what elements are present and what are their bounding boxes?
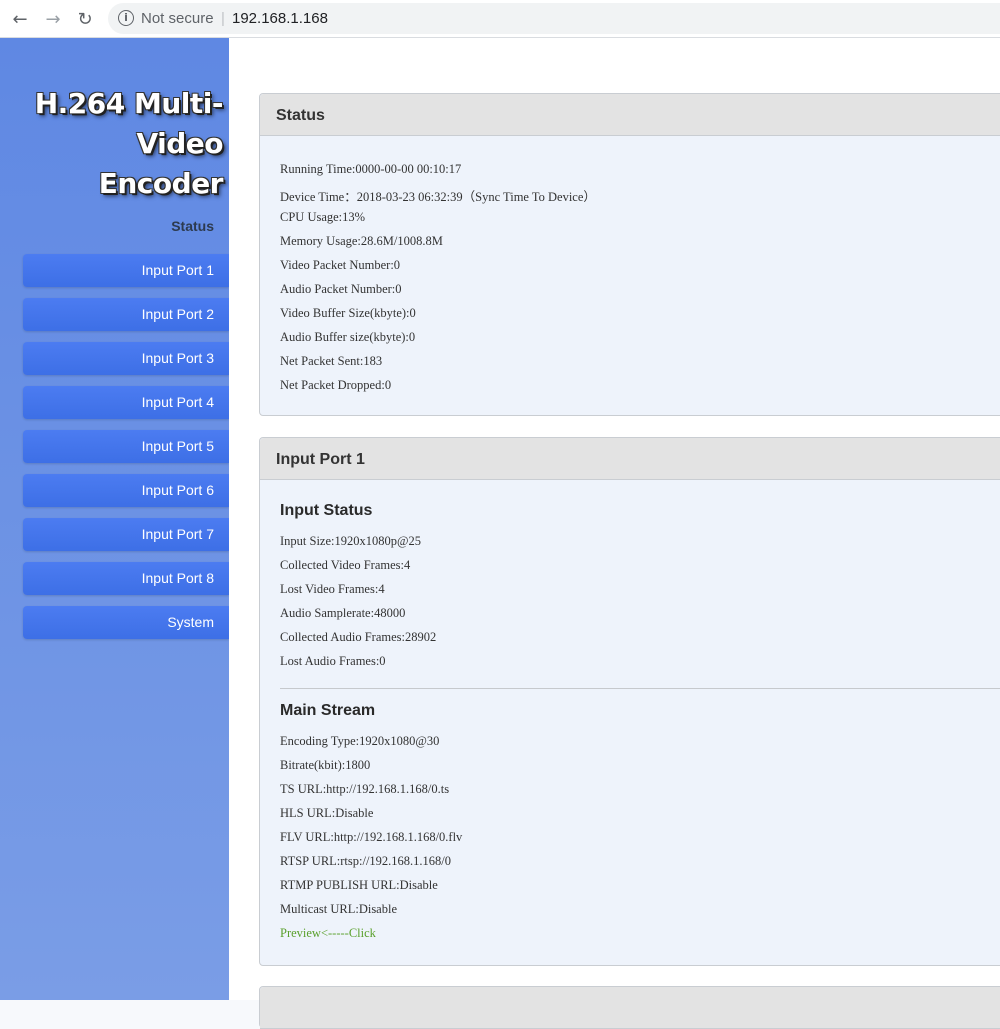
- device-time: Device Time：2018-03-23 06:32:39（Sync Tim…: [280, 190, 596, 204]
- audio-samplerate: Audio Samplerate:48000: [280, 606, 406, 620]
- next-panel: [259, 986, 1000, 1029]
- collected-audio-frames: Collected Audio Frames:28902: [280, 630, 437, 644]
- status-panel-title: Status: [260, 94, 1000, 136]
- address-bar[interactable]: i Not secure | 192.168.1.168: [108, 3, 1000, 34]
- sidebar-item-system[interactable]: System: [23, 606, 229, 639]
- input-size: Input Size:1920x1080p@25: [280, 534, 422, 548]
- video-buffer-size: Video Buffer Size(kbyte):0: [280, 306, 416, 320]
- video-packet-number: Video Packet Number:0: [280, 258, 401, 272]
- url-text[interactable]: 192.168.1.168: [232, 10, 328, 27]
- lost-audio-frames: Lost Audio Frames:0: [280, 654, 386, 668]
- lost-video-frames: Lost Video Frames:4: [280, 582, 385, 596]
- sidebar-item-status[interactable]: Status: [171, 218, 214, 234]
- sidebar-item-input-port-1[interactable]: Input Port 1: [23, 254, 229, 287]
- sidebar-item-input-port-7[interactable]: Input Port 7: [23, 518, 229, 551]
- url-separator: |: [221, 10, 225, 27]
- main-content: Status Running Time:0000-00-00 00:10:17 …: [229, 38, 1000, 1029]
- sidebar-item-input-port-5[interactable]: Input Port 5: [23, 430, 229, 463]
- sidebar: H.264 Multi- Video Encoder Status Input …: [0, 38, 229, 1000]
- reload-icon[interactable]: ↻: [74, 8, 96, 30]
- bitrate: Bitrate(kbit):1800: [280, 758, 371, 772]
- logo-line-1: H.264 Multi-: [34, 87, 224, 120]
- input-status-heading: Input Status: [280, 502, 373, 519]
- back-arrow-icon[interactable]: ←: [9, 8, 31, 30]
- multicast-url: Multicast URL:Disable: [280, 902, 397, 916]
- logo: H.264 Multi- Video Encoder: [3, 84, 224, 204]
- preview-link[interactable]: Preview<-----Click: [280, 926, 376, 941]
- next-panel-header: [260, 987, 1000, 1029]
- logo-line-2: Video Encoder: [98, 127, 224, 200]
- browser-toolbar: ← → ↻ i Not secure | 192.168.1.168: [0, 0, 1000, 38]
- audio-packet-number: Audio Packet Number:0: [280, 282, 402, 296]
- collected-video-frames: Collected Video Frames:4: [280, 558, 411, 572]
- forward-arrow-icon[interactable]: →: [42, 8, 64, 30]
- input-port-panel-title: Input Port 1: [260, 438, 1000, 480]
- running-time: Running Time:0000-00-00 00:10:17: [280, 162, 462, 176]
- encoding-type: Encoding Type:1920x1080@30: [280, 734, 440, 748]
- main-stream-heading: Main Stream: [280, 702, 376, 719]
- cpu-usage: CPU Usage:13%: [280, 210, 366, 224]
- sidebar-item-input-port-4[interactable]: Input Port 4: [23, 386, 229, 419]
- input-port-panel: Input Port 1 Input Status Input Size:192…: [259, 437, 1000, 966]
- hls-url: HLS URL:Disable: [280, 806, 374, 820]
- sidebar-menu: Input Port 1 Input Port 2 Input Port 3 I…: [23, 254, 229, 650]
- rtmp-publish-url: RTMP PUBLISH URL:Disable: [280, 878, 438, 892]
- audio-buffer-size: Audio Buffer size(kbyte):0: [280, 330, 416, 344]
- info-icon[interactable]: i: [118, 10, 134, 26]
- sidebar-item-input-port-3[interactable]: Input Port 3: [23, 342, 229, 375]
- sidebar-item-input-port-8[interactable]: Input Port 8: [23, 562, 229, 595]
- rtsp-url: RTSP URL:rtsp://192.168.1.168/0: [280, 854, 452, 868]
- ts-url: TS URL:http://192.168.1.168/0.ts: [280, 782, 450, 796]
- not-secure-label: Not secure: [141, 10, 214, 27]
- net-packet-sent: Net Packet Sent:183: [280, 354, 383, 368]
- flv-url: FLV URL:http://192.168.1.168/0.flv: [280, 830, 463, 844]
- net-packet-dropped: Net Packet Dropped:0: [280, 378, 392, 392]
- status-panel: Status Running Time:0000-00-00 00:10:17 …: [259, 93, 1000, 416]
- sidebar-item-input-port-2[interactable]: Input Port 2: [23, 298, 229, 331]
- section-divider: [280, 688, 1000, 689]
- sidebar-item-input-port-6[interactable]: Input Port 6: [23, 474, 229, 507]
- memory-usage: Memory Usage:28.6M/1008.8M: [280, 234, 443, 248]
